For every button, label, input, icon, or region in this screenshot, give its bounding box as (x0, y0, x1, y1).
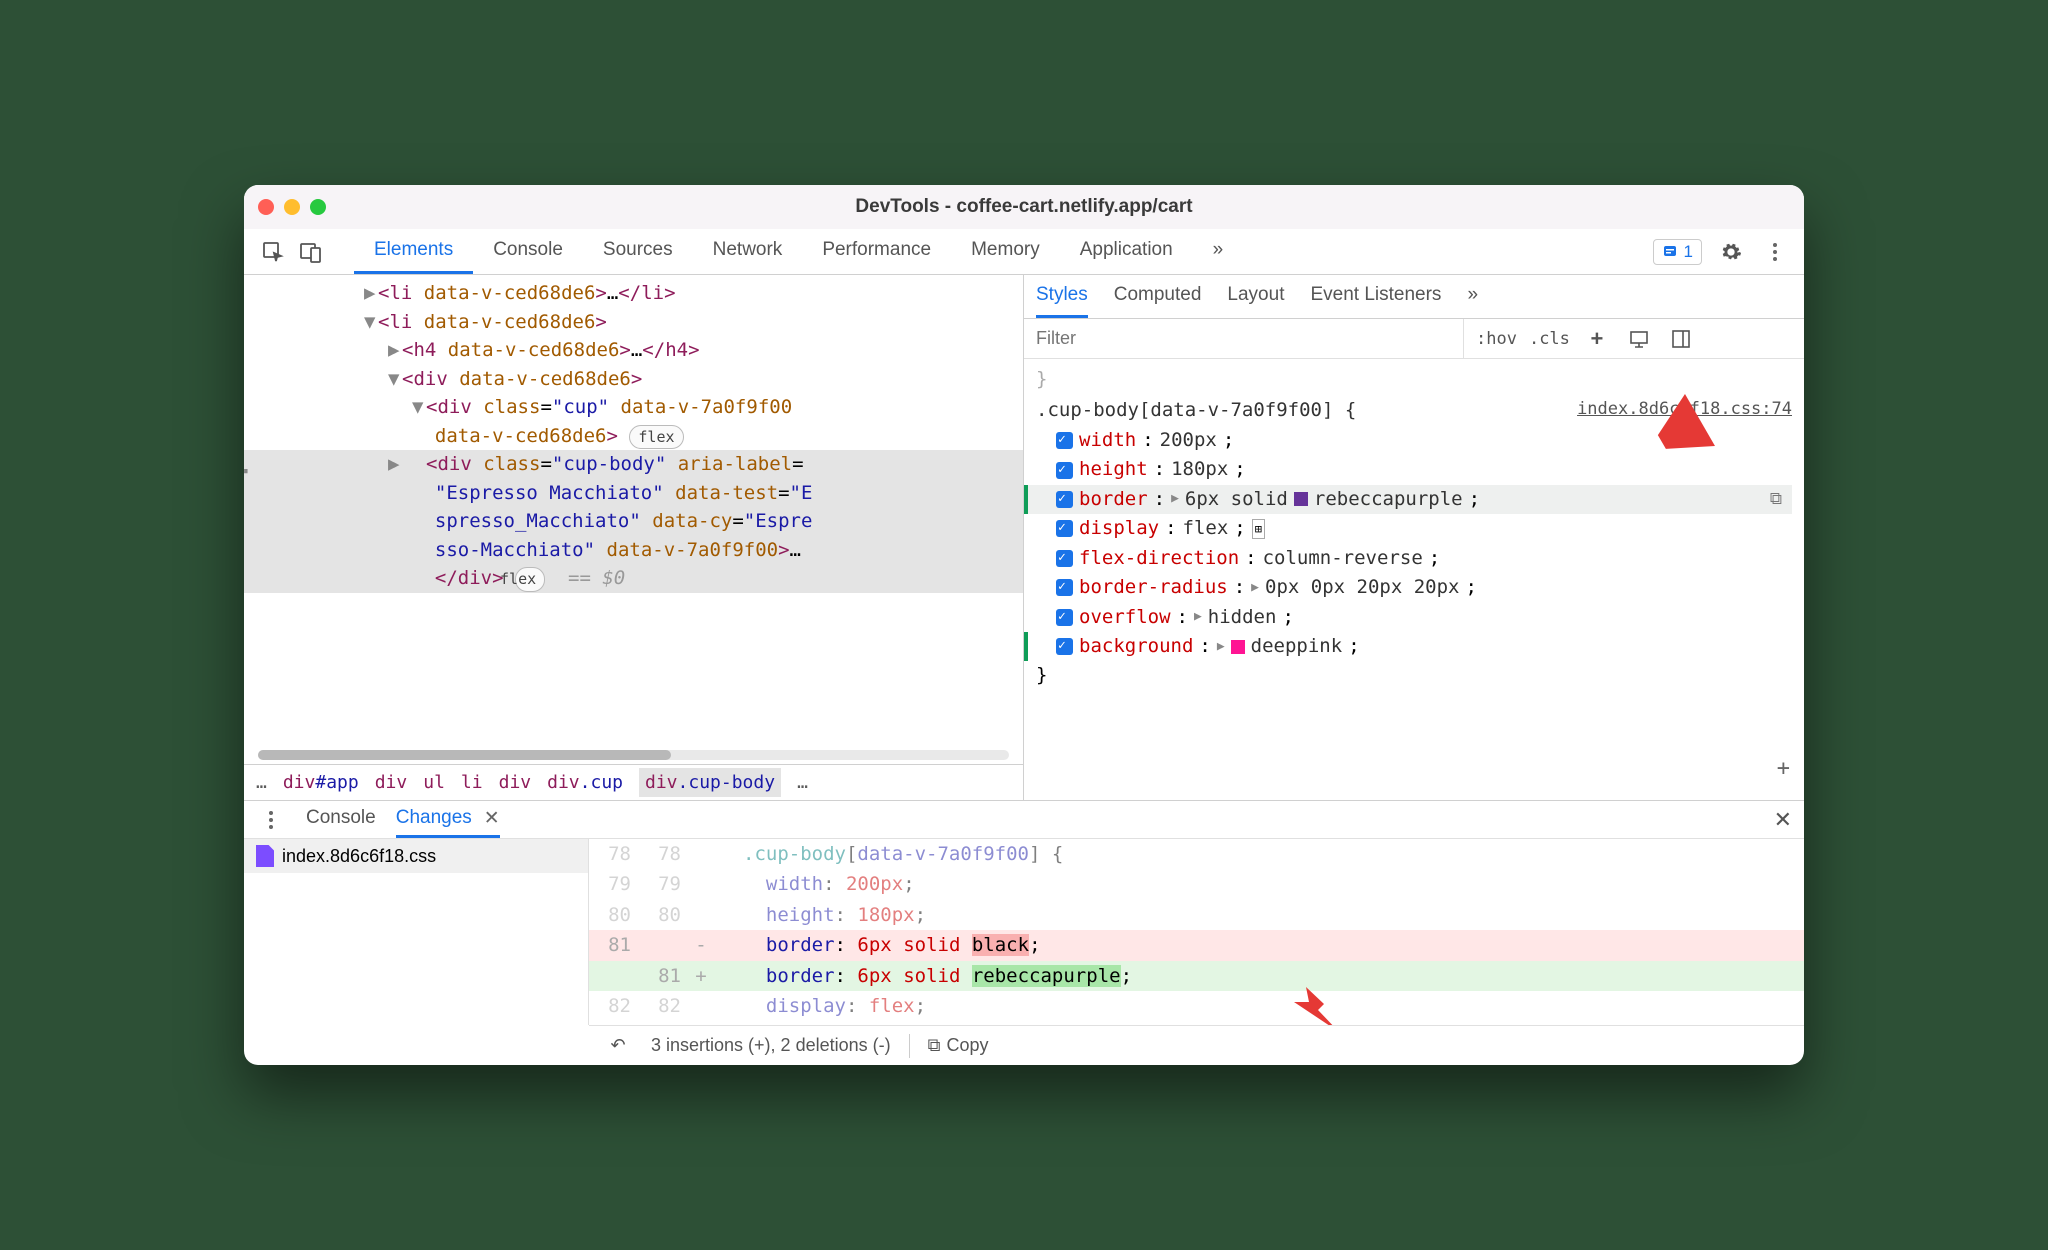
crumb-cup[interactable]: div.cup (547, 772, 623, 793)
tab-elements[interactable]: Elements (354, 229, 473, 274)
dom-tree[interactable]: ▶<li data-v-ced68de6>…</li> ▼<li data-v-… (244, 275, 1023, 750)
issues-icon (1662, 244, 1678, 260)
subtab-event-listeners[interactable]: Event Listeners (1310, 275, 1441, 318)
styles-filter-bar: :hov .cls + (1024, 319, 1804, 359)
toolbar-right: 1 (1653, 237, 1790, 267)
close-drawer-icon[interactable]: ✕ (1774, 807, 1792, 833)
issues-button[interactable]: 1 (1653, 239, 1702, 265)
elements-panel: ▶<li data-v-ced68de6>…</li> ▼<li data-v-… (244, 275, 1024, 800)
toggle-checkbox[interactable] (1056, 550, 1073, 567)
subtab-computed[interactable]: Computed (1114, 275, 1202, 318)
cls-toggle[interactable]: .cls (1529, 329, 1570, 349)
styles-filter-input[interactable] (1024, 319, 1464, 358)
annotation-arrow-icon (1284, 977, 1344, 1025)
toggle-checkbox[interactable] (1056, 579, 1073, 596)
toggle-checkbox[interactable] (1056, 520, 1073, 537)
changes-summary: 3 insertions (+), 2 deletions (-) (651, 1035, 891, 1056)
tab-console[interactable]: Console (473, 229, 583, 274)
flex-editor-icon[interactable]: ⊞ (1252, 519, 1265, 540)
revert-icon[interactable]: ↶ (603, 1031, 633, 1061)
drawer-tab-console[interactable]: Console (306, 801, 376, 838)
subtab-overflow[interactable]: » (1467, 275, 1478, 318)
hov-toggle[interactable]: :hov (1476, 329, 1517, 349)
subtab-layout[interactable]: Layout (1227, 275, 1284, 318)
drawer-kebab-icon[interactable] (256, 805, 286, 835)
diff-view[interactable]: 7878.cup-body[data-v-7a0f9f00] { 7979 wi… (589, 839, 1804, 1025)
tab-performance[interactable]: Performance (802, 229, 951, 274)
toggle-checkbox[interactable] (1056, 491, 1073, 508)
kebab-menu-icon[interactable] (1760, 237, 1790, 267)
window-title: DevTools - coffee-cart.netlify.app/cart (855, 196, 1192, 218)
breadcrumb: … div#app div ul li div div.cup div.cup-… (244, 764, 1023, 800)
maximize-window-button[interactable] (310, 199, 326, 215)
main-split: ▶<li data-v-ced68de6>…</li> ▼<li data-v-… (244, 275, 1804, 800)
toggle-checkbox[interactable] (1056, 462, 1073, 479)
changes-file-list: index.8d6c6f18.css (244, 839, 589, 1025)
device-toggle-icon[interactable] (296, 237, 326, 267)
changes-toolbar: ↶ 3 insertions (+), 2 deletions (-) ⧉Cop… (589, 1025, 1804, 1065)
toggle-checkbox[interactable] (1056, 638, 1073, 655)
color-swatch-icon[interactable] (1294, 492, 1308, 506)
rendering-icon[interactable] (1624, 324, 1654, 354)
window-controls (258, 199, 326, 215)
subtab-styles[interactable]: Styles (1036, 275, 1088, 318)
tab-sources[interactable]: Sources (583, 229, 693, 274)
copy-icon[interactable]: ⧉ (1770, 486, 1782, 512)
tab-overflow[interactable]: » (1193, 229, 1244, 274)
styles-subtabs: Styles Computed Layout Event Listeners » (1024, 275, 1804, 319)
toggle-checkbox[interactable] (1056, 609, 1073, 626)
tab-application[interactable]: Application (1060, 229, 1193, 274)
changes-file-item[interactable]: index.8d6c6f18.css (244, 839, 588, 873)
computed-toggle-icon[interactable] (1666, 324, 1696, 354)
rule-selector[interactable]: .cup-body[data-v-7a0f9f00] { (1036, 396, 1356, 425)
copy-button[interactable]: ⧉Copy (928, 1035, 989, 1056)
drawer-tabs: Console Changes✕ ✕ (244, 801, 1804, 839)
issues-count: 1 (1684, 242, 1693, 262)
crumb-app[interactable]: div#app (283, 772, 359, 793)
drawer-panel: Console Changes✕ ✕ index.8d6c6f18.css 78… (244, 800, 1804, 1065)
crumb-div2[interactable]: div (499, 772, 532, 793)
close-window-button[interactable] (258, 199, 274, 215)
new-style-rule-icon[interactable]: + (1582, 324, 1612, 354)
crumb-more-right[interactable]: … (797, 772, 808, 793)
toggle-checkbox[interactable] (1056, 432, 1073, 449)
changes-file-name: index.8d6c6f18.css (282, 846, 436, 867)
rule-close: } (1036, 661, 1792, 690)
titlebar: DevTools - coffee-cart.netlify.app/cart (244, 185, 1804, 229)
add-declaration-icon[interactable]: + (1777, 752, 1790, 786)
crumb-div[interactable]: div (375, 772, 408, 793)
tab-memory[interactable]: Memory (951, 229, 1060, 274)
drawer-body: index.8d6c6f18.css 7878.cup-body[data-v-… (244, 839, 1804, 1025)
close-tab-icon[interactable]: ✕ (484, 807, 500, 830)
inspect-icon[interactable] (258, 237, 288, 267)
copy-icon: ⧉ (928, 1035, 941, 1056)
gear-icon[interactable] (1716, 237, 1746, 267)
css-file-icon (256, 845, 274, 867)
minimize-window-button[interactable] (284, 199, 300, 215)
drawer-tab-changes[interactable]: Changes✕ (396, 801, 500, 838)
crumb-li[interactable]: li (461, 772, 483, 793)
divider (909, 1034, 910, 1058)
panel-tabs: Elements Console Sources Network Perform… (354, 229, 1645, 274)
crumb-more-left[interactable]: … (256, 772, 267, 793)
dom-horizontal-scrollbar[interactable] (258, 750, 1009, 760)
crumb-cup-body[interactable]: div.cup-body (639, 768, 781, 797)
main-toolbar: Elements Console Sources Network Perform… (244, 229, 1804, 275)
crumb-ul[interactable]: ul (423, 772, 445, 793)
color-swatch-icon[interactable] (1231, 640, 1245, 654)
tab-network[interactable]: Network (693, 229, 803, 274)
styles-panel: Styles Computed Layout Event Listeners »… (1024, 275, 1804, 800)
devtools-window: DevTools - coffee-cart.netlify.app/cart … (244, 185, 1804, 1065)
